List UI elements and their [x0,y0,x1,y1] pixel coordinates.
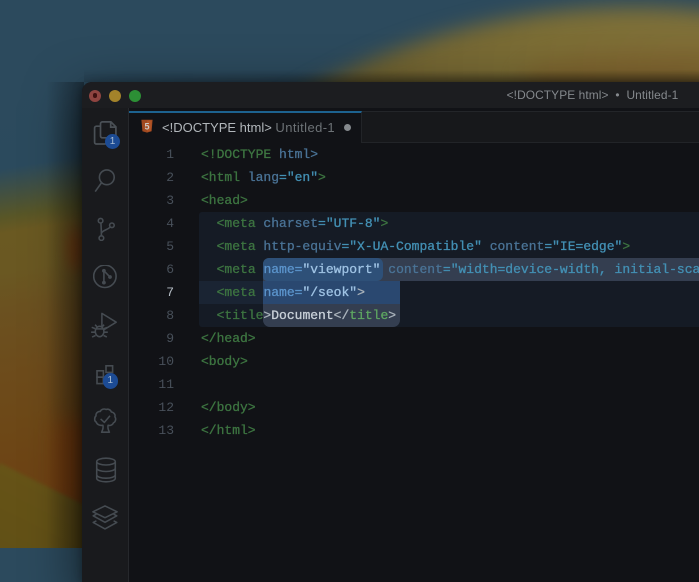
svg-text:5: 5 [144,121,149,131]
